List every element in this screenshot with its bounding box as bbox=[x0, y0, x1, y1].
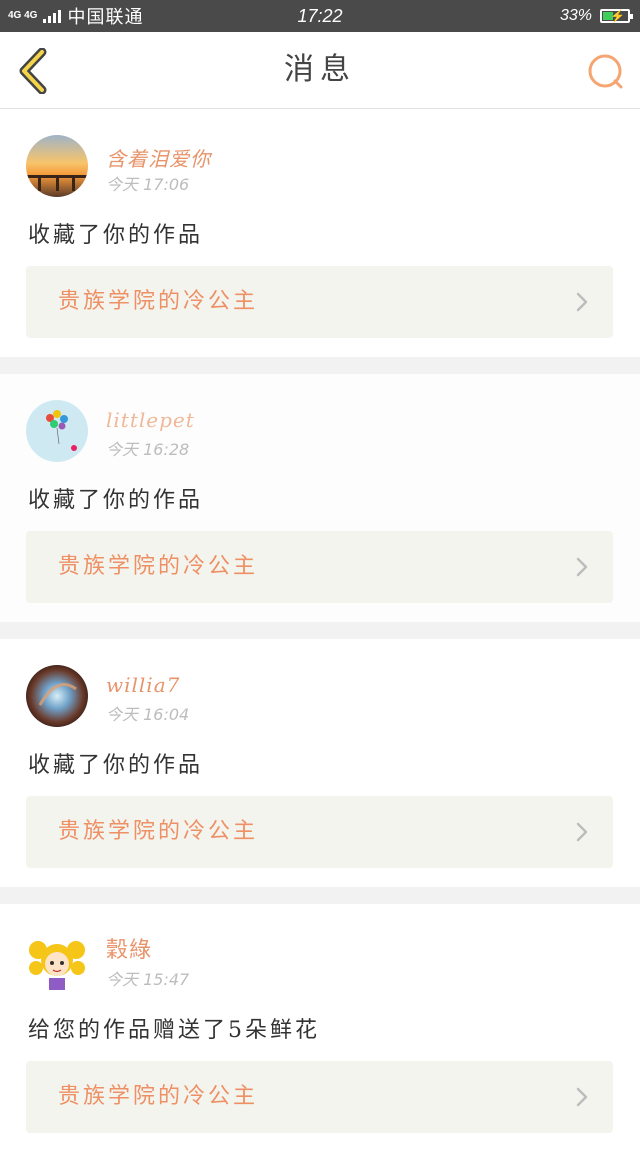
page-title: 消息 bbox=[284, 52, 356, 87]
timestamp: 今天 17:06 bbox=[106, 175, 190, 194]
divider bbox=[0, 887, 640, 904]
search-icon bbox=[588, 54, 623, 89]
avatar[interactable] bbox=[26, 665, 88, 727]
work-title: 贵族学院的冷公主 bbox=[58, 819, 259, 844]
balloons-avatar-image bbox=[26, 400, 88, 462]
divider bbox=[0, 357, 640, 374]
work-title: 贵族学院的冷公主 bbox=[58, 1084, 259, 1109]
status-time: 17:22 bbox=[297, 6, 343, 26]
username[interactable]: littlepet bbox=[106, 408, 195, 432]
divider bbox=[0, 622, 640, 639]
status-right: 33% ⚡ bbox=[559, 0, 633, 32]
avatar[interactable] bbox=[26, 400, 88, 462]
list-item[interactable]: 穀綠 今天 15:47 给您的作品赠送了5朵鲜花 贵族学院的冷公主 bbox=[0, 904, 640, 1152]
message-list: 含着泪爱你 今天 17:06 收藏了你的作品 贵族学院的冷公主 littlepe bbox=[0, 109, 640, 1152]
avatar[interactable] bbox=[26, 135, 88, 197]
username[interactable]: 穀綠 bbox=[106, 932, 152, 964]
timestamp: 今天 16:04 bbox=[106, 705, 190, 724]
avatar[interactable] bbox=[26, 930, 88, 992]
message-text: 收藏了你的作品 bbox=[28, 753, 204, 778]
search-button[interactable] bbox=[586, 52, 624, 90]
battery-percent: 33% bbox=[559, 7, 592, 24]
nav-bar: 消息 bbox=[0, 32, 640, 109]
message-text: 给您的作品赠送了5朵鲜花 bbox=[28, 1018, 320, 1043]
list-item[interactable]: littlepet 今天 16:28 收藏了你的作品 贵族学院的冷公主 bbox=[0, 374, 640, 622]
list-item[interactable]: willia7 今天 16:04 收藏了你的作品 贵族学院的冷公主 bbox=[0, 639, 640, 887]
status-bar: 4G 4G 中国联通 17:22 33% ⚡ bbox=[0, 0, 640, 32]
list-item[interactable]: 含着泪爱你 今天 17:06 收藏了你的作品 贵族学院的冷公主 bbox=[0, 109, 640, 357]
chevron-right-icon bbox=[576, 292, 588, 312]
galaxy-avatar-image bbox=[26, 665, 88, 727]
work-link[interactable]: 贵族学院的冷公主 bbox=[26, 796, 613, 868]
work-title: 贵族学院的冷公主 bbox=[58, 554, 259, 579]
sunset-avatar-image bbox=[26, 135, 88, 197]
chevron-right-icon bbox=[576, 557, 588, 577]
message-text: 收藏了你的作品 bbox=[28, 223, 204, 248]
work-link[interactable]: 贵族学院的冷公主 bbox=[26, 1061, 613, 1133]
username[interactable]: 含着泪爱你 bbox=[106, 143, 211, 172]
username[interactable]: willia7 bbox=[106, 673, 180, 697]
message-text: 收藏了你的作品 bbox=[28, 488, 204, 513]
work-title: 贵族学院的冷公主 bbox=[58, 289, 259, 314]
work-link[interactable]: 贵族学院的冷公主 bbox=[26, 266, 613, 338]
cartoon-girl-avatar-image bbox=[26, 930, 88, 992]
chevron-right-icon bbox=[576, 1087, 588, 1107]
battery-icon: ⚡ bbox=[600, 9, 633, 23]
chevron-right-icon bbox=[576, 822, 588, 842]
timestamp: 今天 16:28 bbox=[106, 440, 190, 459]
work-link[interactable]: 贵族学院的冷公主 bbox=[26, 531, 613, 603]
timestamp: 今天 15:47 bbox=[106, 970, 190, 989]
